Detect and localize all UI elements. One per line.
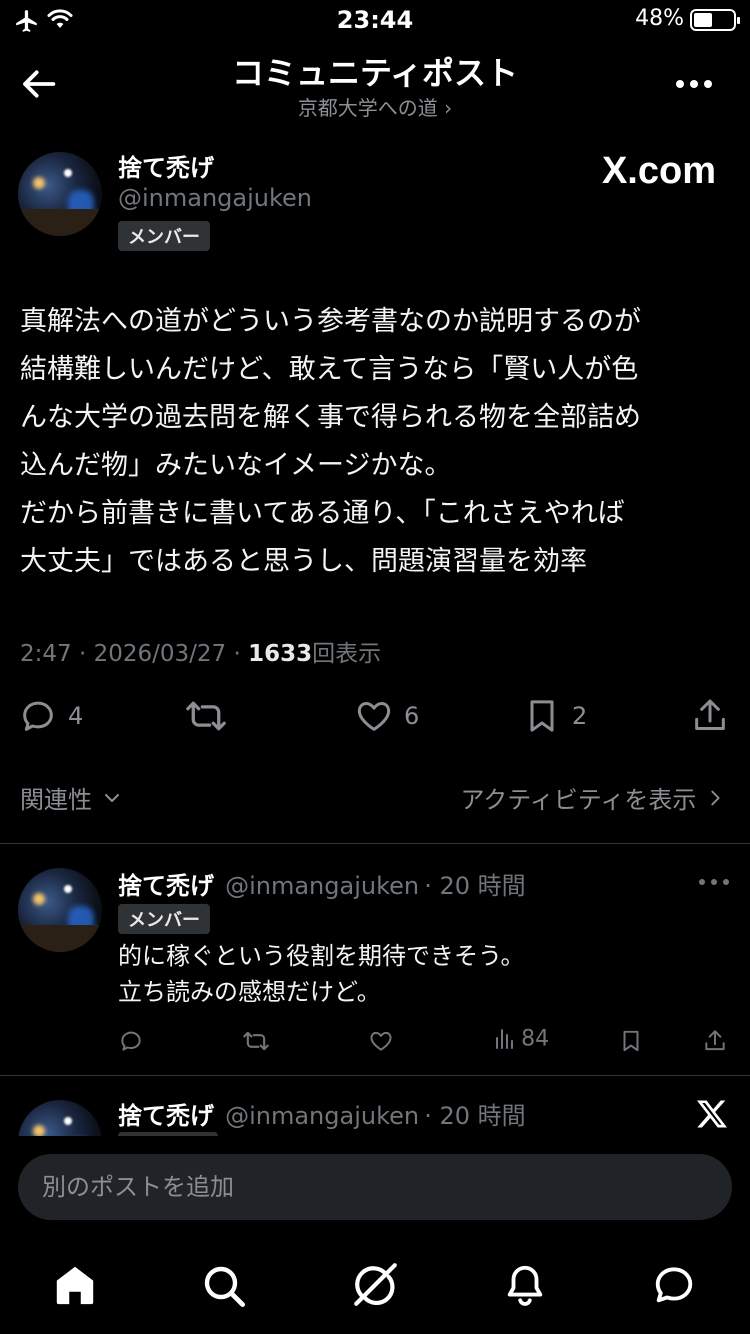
reply-author-handle[interactable]: @inmangajuken [225, 1102, 419, 1130]
member-badge: メンバー [118, 904, 210, 934]
heart-icon [357, 702, 391, 731]
reply-reply-button[interactable] [118, 1028, 144, 1058]
more-button[interactable] [672, 70, 716, 102]
repost-icon [243, 1031, 269, 1051]
share-icon [695, 699, 725, 730]
reply-avatar[interactable] [18, 1100, 102, 1136]
share-icon [705, 1030, 725, 1051]
tab-notifications[interactable] [502, 1262, 548, 1312]
analytics-icon [496, 1029, 513, 1049]
grok-icon [354, 1263, 397, 1306]
bookmark-count: 2 [572, 702, 588, 730]
view-activity-label: アクティビティを表示 [460, 786, 697, 814]
bookmark-icon [530, 700, 554, 732]
tab-bar [0, 1240, 750, 1334]
sort-relevance-dropdown[interactable]: 関連性 [20, 780, 124, 816]
tab-search[interactable] [200, 1262, 248, 1314]
more-horizontal-icon [699, 879, 729, 885]
reply-count: 4 [68, 702, 84, 730]
post-text: 真解法への道がどういう参考書なのか説明するのが 結構難しいんだけど、敢えて言うな… [20, 306, 641, 577]
sort-label: 関連性 [20, 786, 92, 814]
reply-share-button[interactable] [702, 1028, 728, 1058]
reply-view-count: 84 [521, 1026, 550, 1052]
chevron-down-icon [100, 786, 124, 816]
view-count: 1633 [248, 641, 313, 667]
notifications-icon [507, 1265, 543, 1306]
add-post-composer[interactable] [18, 1154, 732, 1220]
tab-home[interactable] [52, 1262, 98, 1312]
reply-author-name[interactable]: 捨て禿げ [118, 1102, 214, 1130]
repost-button[interactable] [184, 696, 228, 736]
community-link[interactable]: 京都大学への道 › [0, 92, 750, 121]
view-activity-link[interactable]: アクティビティを表示 [460, 780, 726, 816]
reply-icon [23, 701, 53, 731]
messages-icon [655, 1267, 693, 1303]
bookmark-button[interactable] [522, 696, 562, 736]
more-horizontal-icon [676, 80, 712, 88]
reply-button[interactable] [18, 696, 58, 736]
reply-text: 的に稼ぐという役割を期待できそう。 立ち読みの感想だけど。 [118, 942, 525, 1006]
reply-avatar[interactable] [18, 868, 102, 952]
reply-views-button[interactable]: 84 [494, 1026, 549, 1052]
reply-author-handle[interactable]: @inmangajuken [225, 872, 419, 900]
like-count: 6 [404, 702, 420, 730]
avatar[interactable] [18, 152, 102, 236]
tab-messages[interactable] [650, 1262, 698, 1312]
home-icon [56, 1266, 94, 1305]
reply-more-button[interactable] [698, 874, 730, 894]
battery-percentage: 48% [635, 6, 684, 31]
reply-icon [121, 1031, 141, 1051]
chevron-right-icon [704, 786, 726, 816]
share-button[interactable] [690, 696, 730, 736]
like-button[interactable] [354, 696, 394, 736]
reply-time: · 20 時間 [424, 872, 526, 900]
reply-repost-button[interactable] [242, 1028, 270, 1058]
post-meta: 2:47 · 2026/03/27 · 1633回表示 [20, 634, 381, 668]
author-handle[interactable]: @inmangajuken [118, 184, 312, 212]
author-name[interactable]: 捨て禿げ [118, 148, 214, 183]
search-icon [204, 1266, 245, 1307]
member-badge: メンバー [118, 221, 210, 251]
reply-author-name[interactable]: 捨て禿げ [118, 872, 214, 900]
view-label: 回表示 [312, 641, 382, 667]
tab-grok[interactable] [350, 1260, 400, 1314]
add-post-input[interactable] [18, 1154, 732, 1220]
status-bar: 23:44 48% [0, 0, 750, 44]
repost-icon [186, 701, 226, 731]
reply-header: 捨て禿げ @inmangajuken · 20 時間 [118, 1096, 526, 1131]
page-title: コミュニティポスト [231, 54, 519, 92]
bookmark-icon [623, 1030, 639, 1052]
battery-icon [690, 9, 740, 31]
reply-like-button[interactable] [368, 1028, 394, 1058]
reply-time: · 20 時間 [424, 1102, 526, 1130]
post-timestamp: 2:47 · 2026/03/27 · [20, 641, 249, 667]
reply-header: 捨て禿げ @inmangajuken · 20 時間 [118, 866, 526, 901]
heart-icon [370, 1031, 392, 1051]
reply-item-clip: 捨て禿げ @inmangajuken · 20 時間 [0, 1076, 750, 1136]
reply-bookmark-button[interactable] [618, 1028, 644, 1058]
x-com-watermark: X.com [601, 150, 716, 192]
x-logo-icon [694, 1096, 730, 1136]
member-badge-partial [118, 1132, 218, 1136]
divider [0, 843, 750, 844]
